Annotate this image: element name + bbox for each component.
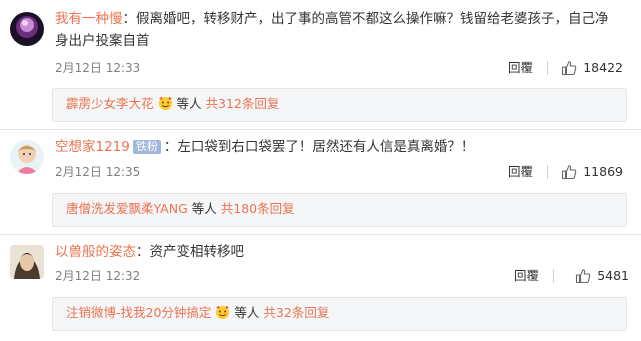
avatar-image <box>10 245 44 279</box>
avatar[interactable] <box>10 245 44 279</box>
meta-divider <box>553 269 554 283</box>
comment-username[interactable]: 以兽般的姿态 <box>55 244 136 260</box>
comment-meta: 2月12日 12:33 回覆 18422 <box>55 58 623 78</box>
reply-suffix: 等人 <box>176 96 202 111</box>
reply-username[interactable]: 注销微博-找我20分钟搞定 <box>66 305 211 320</box>
like-count: 11869 <box>583 164 623 179</box>
reply-total[interactable]: 共32条回复 <box>263 305 329 320</box>
reply-button[interactable]: 回覆 <box>514 266 539 286</box>
avatar-image <box>10 12 44 46</box>
comment-text: ：资产变相转移吧 <box>136 244 244 260</box>
like-button[interactable]: 18422 <box>561 58 623 78</box>
reply-total[interactable]: 共312条回复 <box>206 96 280 111</box>
comment-text: ：左口袋到右口袋罢了！居然还有人信是真离婚？！ <box>163 139 475 155</box>
reply-summary[interactable]: 唐僧洗发爱飘柔YANG 等人 共180条回复 <box>52 193 627 227</box>
fan-badge: 铁粉 <box>132 140 161 154</box>
comment-date: 2月12日 12:33 <box>55 61 141 75</box>
like-button[interactable]: 11869 <box>561 162 623 182</box>
reply-button[interactable]: 回覆 <box>508 162 533 182</box>
avatar[interactable] <box>10 12 44 46</box>
comment-date: 2月12日 12:32 <box>55 269 141 283</box>
comment-divider <box>0 234 641 235</box>
avatar[interactable] <box>10 140 44 174</box>
comment-divider <box>0 129 641 130</box>
comment-body: 空想家1219 铁粉 ：左口袋到右口袋罢了！居然还有人信是真离婚？！ <box>55 136 619 158</box>
comment-username[interactable]: 我有一种慢 <box>55 11 123 27</box>
reply-suffix: 等人 <box>191 201 217 216</box>
avatar-image <box>10 140 44 174</box>
comment-text: ：假离婚吧，转移财产，出了事的高管不都这么操作嘛？钱留给老婆孩子，自己净身出户投… <box>55 11 609 49</box>
comment-body: 我有一种慢：假离婚吧，转移财产，出了事的高管不都这么操作嘛？钱留给老婆孩子，自己… <box>55 8 619 52</box>
meta-divider <box>547 61 548 75</box>
reply-username[interactable]: 霹雳少女李大花 <box>66 96 154 111</box>
meta-divider <box>547 165 548 179</box>
comment-username[interactable]: 空想家1219 <box>55 139 130 155</box>
emoji-icon <box>158 96 172 111</box>
comment-meta: 2月12日 12:32 回覆 5481 <box>55 266 629 286</box>
reply-button[interactable]: 回覆 <box>508 58 533 78</box>
reply-suffix: 等人 <box>234 305 260 320</box>
reply-username[interactable]: 唐僧洗发爱飘柔YANG <box>66 201 188 216</box>
comment-meta: 2月12日 12:35 回覆 11869 <box>55 162 623 182</box>
thumbs-up-icon <box>562 165 577 180</box>
comment-date: 2月12日 12:35 <box>55 165 141 179</box>
comment-body: 以兽般的姿态：资产变相转移吧 <box>55 241 619 263</box>
thumbs-up-icon <box>562 61 577 76</box>
reply-summary[interactable]: 霹雳少女李大花 等人 共312条回复 <box>52 88 627 122</box>
like-count: 5481 <box>597 268 629 283</box>
like-count: 18422 <box>583 60 623 75</box>
reply-summary[interactable]: 注销微博-找我20分钟搞定 等人 共32条回复 <box>52 297 627 331</box>
thumbs-up-icon <box>576 269 591 284</box>
like-button[interactable]: 5481 <box>575 266 629 286</box>
emoji-icon <box>216 305 230 320</box>
reply-total[interactable]: 共180条回复 <box>221 201 295 216</box>
